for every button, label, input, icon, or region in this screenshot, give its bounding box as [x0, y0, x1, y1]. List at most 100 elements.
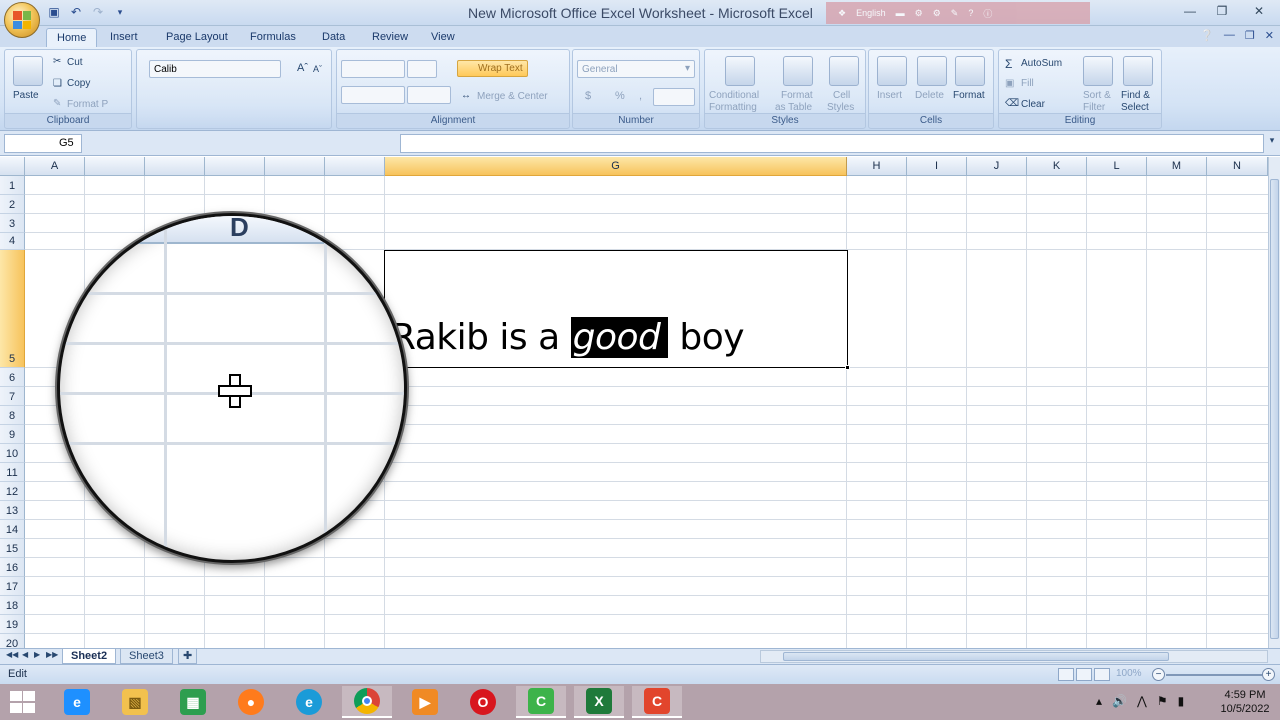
format-as-table-label-2[interactable]: as Table — [775, 102, 812, 113]
row-header-3[interactable]: 3 — [0, 214, 25, 233]
firefox-icon[interactable]: ● — [226, 686, 276, 718]
row-header-13[interactable]: 13 — [0, 501, 25, 520]
zoom-out-icon[interactable]: − — [1152, 668, 1165, 681]
row-header-11[interactable]: 11 — [0, 463, 25, 482]
orientation-button[interactable] — [407, 60, 437, 78]
row-header-9[interactable]: 9 — [0, 425, 25, 444]
volume-icon[interactable]: 🔊 — [1112, 694, 1127, 708]
row-header-18[interactable]: 18 — [0, 596, 25, 615]
fill-button[interactable]: Fill — [1021, 78, 1034, 89]
fill-handle[interactable] — [845, 365, 850, 370]
selected-text[interactable]: good — [570, 317, 669, 358]
horizontal-align-buttons[interactable] — [341, 86, 405, 104]
cell-styles-icon[interactable] — [829, 56, 859, 86]
row-header-15[interactable]: 15 — [0, 539, 25, 558]
paste-icon[interactable] — [13, 56, 43, 86]
next-sheet-icon[interactable]: ▶ — [34, 650, 40, 659]
expand-formula-bar-icon[interactable]: ▾ — [1266, 135, 1278, 152]
conditional-formatting-label-2[interactable]: Formatting — [709, 102, 757, 113]
row-header-10[interactable]: 10 — [0, 444, 25, 463]
internet-explorer-icon[interactable]: e — [52, 686, 102, 718]
sheet-tab-sheet3[interactable]: Sheet3 — [120, 649, 173, 664]
file-explorer-icon[interactable]: ▧ — [110, 686, 160, 718]
insert-sheet-icon[interactable]: ✚ — [178, 649, 198, 664]
column-header-j[interactable]: J — [967, 157, 1027, 176]
tab-home[interactable]: Home — [46, 28, 98, 47]
column-header-h[interactable]: H — [847, 157, 907, 176]
column-header-n[interactable]: N — [1207, 157, 1268, 176]
column-header[interactable] — [325, 157, 385, 176]
restore-button[interactable]: ❐ — [1206, 0, 1238, 22]
sort-filter-label-1[interactable]: Sort & — [1083, 90, 1111, 101]
paste-button[interactable]: Paste — [13, 90, 39, 101]
currency-button[interactable]: $ — [585, 90, 591, 102]
cell-styles-label-2[interactable]: Styles — [827, 102, 854, 113]
minimize-bar-icon[interactable]: ▬ — [896, 8, 905, 18]
row-header-4[interactable]: 4 — [0, 233, 25, 250]
restore-workbook-icon[interactable]: ❐ — [1245, 29, 1255, 42]
help-icon[interactable]: ❔ — [1200, 29, 1214, 42]
horizontal-scrollbar[interactable] — [760, 650, 1268, 663]
format-as-table-icon[interactable] — [783, 56, 813, 86]
row-header-16[interactable]: 16 — [0, 558, 25, 577]
tab-review[interactable]: Review — [362, 28, 418, 47]
format-as-table-label-1[interactable]: Format — [781, 90, 813, 101]
network-icon[interactable]: ⋀ — [1137, 694, 1147, 708]
clear-button[interactable]: Clear — [1021, 99, 1045, 110]
clock[interactable]: 4:59 PM 10/5/2022 — [1214, 688, 1276, 716]
row-header-19[interactable]: 19 — [0, 615, 25, 634]
active-cell-g5[interactable]: Rakib is a good boy — [384, 250, 850, 370]
zoom-in-icon[interactable]: + — [1262, 668, 1275, 681]
find-select-label-2[interactable]: Select — [1121, 102, 1149, 113]
fill-icon[interactable]: ▣ — [1005, 78, 1014, 89]
column-header[interactable] — [85, 157, 145, 176]
camtasia-icon[interactable]: C — [632, 686, 682, 718]
sheet-tab-sheet2[interactable]: Sheet2 — [62, 649, 117, 664]
opera-icon[interactable]: O — [458, 686, 508, 718]
vertical-scroll-thumb[interactable] — [1270, 179, 1279, 639]
normal-view-icon[interactable] — [1058, 668, 1074, 681]
horizontal-scroll-thumb[interactable] — [783, 652, 1169, 661]
format-painter-icon[interactable]: ✎ — [53, 98, 61, 109]
tab-page-layout[interactable]: Page Layout — [156, 28, 238, 47]
delete-cells-icon[interactable] — [917, 56, 947, 86]
conditional-formatting-label-1[interactable]: Conditional — [709, 90, 759, 101]
tab-formulas[interactable]: Formulas — [240, 28, 306, 47]
camtasia-recorder-icon[interactable]: C — [516, 686, 566, 718]
tab-view[interactable]: View — [421, 28, 465, 47]
column-header[interactable] — [205, 157, 265, 176]
minimize-button[interactable]: — — [1174, 0, 1206, 22]
column-header-a[interactable]: A — [25, 157, 85, 176]
wrap-text-button[interactable]: Wrap Text — [457, 60, 528, 77]
formula-input[interactable] — [400, 134, 1264, 153]
row-header-12[interactable]: 12 — [0, 482, 25, 501]
format-cells-button[interactable]: Format — [953, 90, 985, 101]
sort-filter-icon[interactable] — [1083, 56, 1113, 86]
indent-buttons[interactable] — [407, 86, 451, 104]
office-button[interactable] — [4, 2, 40, 38]
insert-cells-button[interactable]: Insert — [877, 90, 902, 101]
eraser-icon[interactable]: ⌫ — [1005, 98, 1019, 109]
tab-insert[interactable]: Insert — [100, 28, 148, 47]
name-box[interactable]: G5 — [4, 134, 82, 153]
delete-cells-button[interactable]: Delete — [915, 90, 944, 101]
redo-icon[interactable]: ↷ — [90, 4, 106, 20]
merge-center-button[interactable]: Merge & Center — [477, 91, 548, 102]
settings-icon[interactable]: ⚙ — [933, 8, 941, 19]
first-sheet-icon[interactable]: ◀◀ — [6, 650, 18, 659]
row-header-5[interactable]: 5 — [0, 250, 25, 368]
undo-icon[interactable]: ↶ — [68, 4, 84, 20]
vertical-scrollbar[interactable] — [1268, 157, 1280, 648]
cell-text[interactable]: Rakib is a good boy — [391, 317, 745, 358]
column-header[interactable] — [145, 157, 205, 176]
close-button[interactable]: ✕ — [1238, 0, 1280, 22]
tab-data[interactable]: Data — [312, 28, 355, 47]
shrink-font-icon[interactable]: Aˇ — [313, 64, 322, 74]
autosum-icon[interactable]: Σ — [1005, 57, 1012, 71]
save-icon[interactable]: ▣ — [46, 4, 62, 20]
media-player-icon[interactable]: ▶ — [400, 686, 450, 718]
windows-start-icon[interactable] — [8, 690, 38, 714]
edge-icon[interactable]: e — [284, 686, 334, 718]
grow-font-icon[interactable]: Aˆ — [297, 62, 308, 74]
copy-icon[interactable]: ❏ — [53, 78, 62, 89]
